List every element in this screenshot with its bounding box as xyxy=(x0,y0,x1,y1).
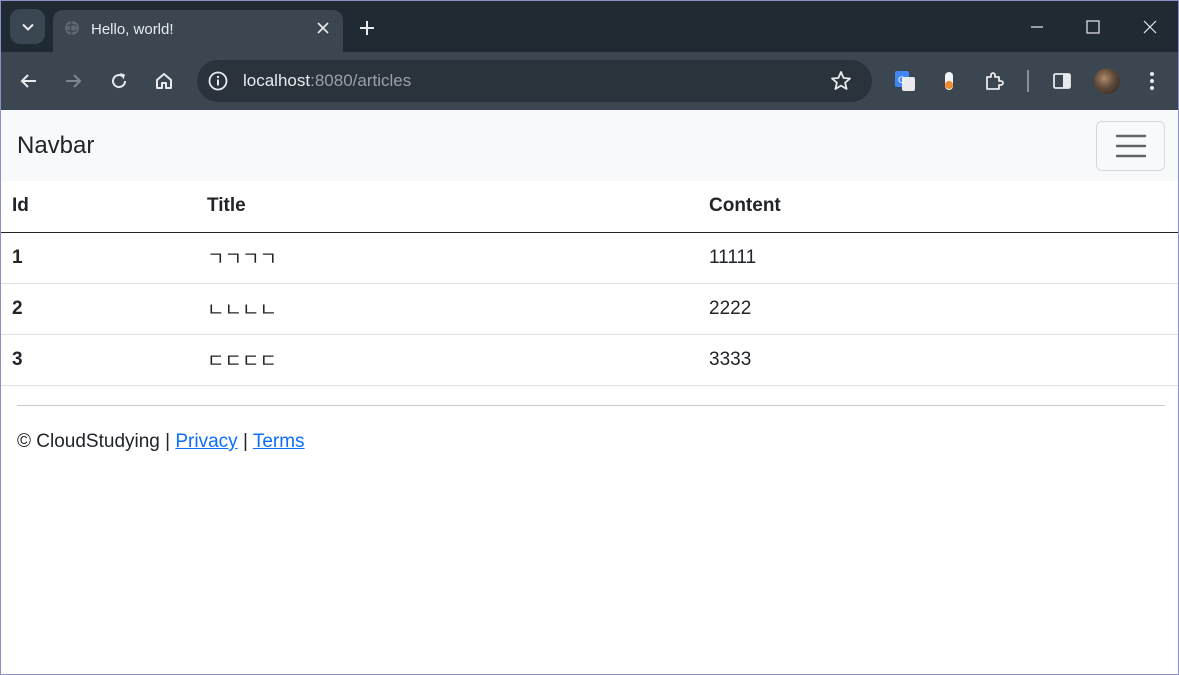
back-button[interactable] xyxy=(13,65,45,97)
maximize-button[interactable] xyxy=(1073,9,1113,45)
star-icon[interactable] xyxy=(829,69,853,93)
back-arrow-icon xyxy=(20,74,36,88)
navbar-brand[interactable]: Navbar xyxy=(17,132,94,160)
new-tab-button[interactable] xyxy=(353,14,381,42)
home-icon xyxy=(156,73,172,89)
navbar: Navbar xyxy=(1,110,1178,181)
cell-title: ㄷㄷㄷㄷ xyxy=(196,334,698,386)
forward-button[interactable] xyxy=(57,65,89,97)
column-header-title: Title xyxy=(196,181,698,233)
svg-text:G: G xyxy=(898,76,905,86)
tab-close-button[interactable] xyxy=(313,18,333,38)
browser-toolbar: localhost:8080/articles G xyxy=(1,52,1178,110)
table-row: 2 ㄴㄴㄴㄴ 2222 xyxy=(1,283,1178,335)
footer-divider xyxy=(17,405,1165,406)
cell-content: 2222 xyxy=(698,283,1178,335)
close-icon xyxy=(317,22,329,34)
navbar-toggler-button[interactable] xyxy=(1096,121,1165,171)
extensions-button[interactable] xyxy=(978,65,1010,97)
puzzle-icon xyxy=(986,72,1004,90)
cell-id: 2 xyxy=(1,283,196,335)
table-row: 1 ㄱㄱㄱㄱ 11111 xyxy=(1,232,1178,284)
menu-button[interactable] xyxy=(1136,65,1168,97)
side-panel-icon xyxy=(1053,73,1071,89)
tab-title: Hello, world! xyxy=(91,21,174,38)
cell-title: ㄱㄱㄱㄱ xyxy=(196,232,698,284)
column-header-content: Content xyxy=(698,181,1178,233)
reload-button[interactable] xyxy=(103,65,135,97)
footer-text: © CloudStudying | Privacy | Terms xyxy=(17,431,1165,453)
table-header-row: Id Title Content xyxy=(1,181,1178,233)
page-content: Navbar Id Title Content 1 ㄱㄱㄱㄱ 11111 2 ㄴ… xyxy=(1,110,1178,674)
url-text[interactable]: localhost:8080/articles xyxy=(243,71,411,91)
tab-search-button[interactable] xyxy=(10,9,45,44)
table-row: 3 ㄷㄷㄷㄷ 3333 xyxy=(1,334,1178,386)
column-header-id: Id xyxy=(1,181,196,233)
forward-arrow-icon xyxy=(66,74,82,88)
hamburger-icon xyxy=(1115,134,1146,158)
articles-table: Id Title Content 1 ㄱㄱㄱㄱ 11111 2 ㄴㄴㄴㄴ 222… xyxy=(1,181,1178,386)
copyright-text: © CloudStudying xyxy=(17,431,160,452)
footer: © CloudStudying | Privacy | Terms xyxy=(17,405,1165,453)
close-window-button[interactable] xyxy=(1130,9,1170,45)
globe-icon xyxy=(65,20,79,36)
footer-separator: | xyxy=(165,431,171,452)
toolbar-divider xyxy=(1027,70,1029,92)
minimize-icon xyxy=(1031,26,1043,28)
reload-icon xyxy=(112,73,127,89)
plus-icon xyxy=(360,21,374,35)
terms-link[interactable]: Terms xyxy=(253,431,305,452)
cell-content: 11111 xyxy=(698,232,1178,284)
info-icon[interactable] xyxy=(207,70,229,92)
cell-content: 3333 xyxy=(698,334,1178,386)
side-panel-button[interactable] xyxy=(1046,65,1078,97)
cell-title: ㄴㄴㄴㄴ xyxy=(196,283,698,335)
translate-extension-button[interactable]: G xyxy=(889,65,921,97)
privacy-link[interactable]: Privacy xyxy=(175,431,237,452)
minimize-button[interactable] xyxy=(1017,9,1057,45)
avatar[interactable] xyxy=(1094,68,1120,94)
chevron-down-icon xyxy=(21,23,34,31)
tab-strip: Hello, world! xyxy=(1,1,1178,52)
close-icon xyxy=(1143,20,1157,34)
extension-button[interactable] xyxy=(933,65,965,97)
home-button[interactable] xyxy=(148,65,180,97)
google-translate-icon: G xyxy=(895,71,915,91)
url-host: localhost xyxy=(243,71,311,90)
kebab-menu-icon xyxy=(1150,72,1154,90)
footer-separator: | xyxy=(242,431,248,452)
browser-window: Hello, world! localhost:8080/articles G … xyxy=(0,0,1179,675)
maximize-icon xyxy=(1086,20,1100,34)
cell-id: 1 xyxy=(1,232,196,284)
address-bar[interactable]: localhost:8080/articles xyxy=(197,60,872,102)
extension-icon xyxy=(945,72,953,90)
cell-id: 3 xyxy=(1,334,196,386)
browser-tab[interactable]: Hello, world! xyxy=(53,10,343,52)
url-path: :8080/articles xyxy=(310,71,412,90)
